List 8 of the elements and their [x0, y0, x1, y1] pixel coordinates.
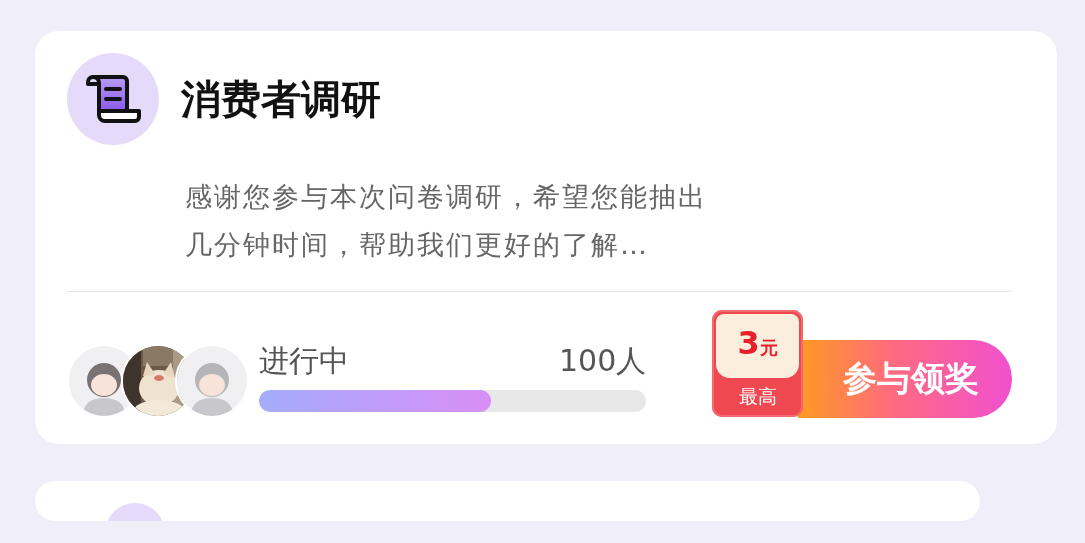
reward-unit: 元 — [759, 337, 778, 360]
join-button[interactable]: 参与领奖 — [798, 340, 1012, 418]
card-title: 消费者调研 — [181, 74, 381, 124]
participant-count: 100人 — [558, 342, 647, 380]
description-text: 感谢您参与本次问卷调研，希望您能抽出几分钟时间，帮助我们更好的了解… — [185, 180, 708, 262]
reward-amount: 3 — [737, 324, 760, 362]
status-text: 进行中 — [259, 342, 349, 380]
reward-label: 最高 — [738, 384, 777, 409]
